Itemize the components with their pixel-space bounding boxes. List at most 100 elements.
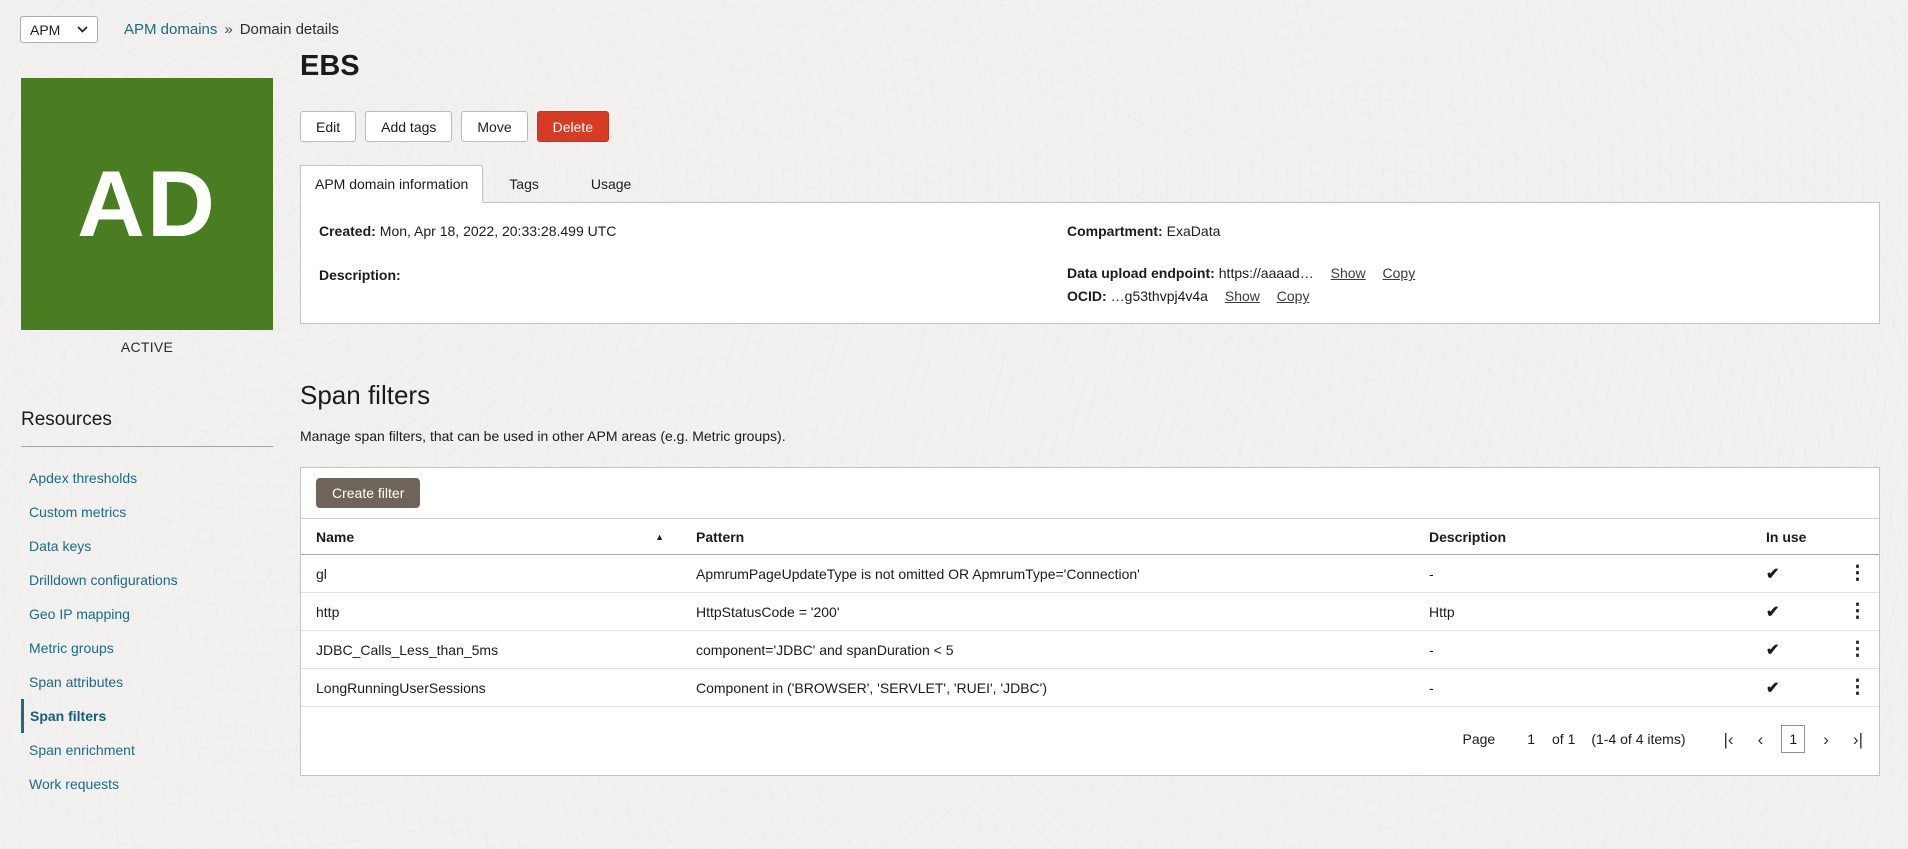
sidebar: AD ACTIVE Resources Apdex thresholds Cus… (21, 78, 273, 801)
page-number: 1 (1527, 731, 1535, 748)
column-header-pattern[interactable]: Pattern (681, 529, 1414, 545)
kebab-menu-icon[interactable]: ⋮ (1848, 677, 1867, 698)
status-badge: ACTIVE (120, 339, 174, 355)
table-toolbar: Create filter (301, 468, 1879, 518)
filter-pattern: HttpStatusCode = '200' (696, 603, 840, 620)
column-header-name-label: Name (316, 528, 355, 545)
table-header-row: Name ▲ Pattern Description In use (301, 518, 1879, 556)
data-upload-endpoint-row: Data upload endpoint: https://aaaad… Show… (1067, 265, 1861, 281)
app-selector-value: APM (30, 21, 61, 38)
ocid-row: OCID: …g53thvpj4v4a Show Copy (1067, 288, 1861, 304)
current-page-box[interactable]: 1 (1781, 725, 1806, 754)
domain-info-left-column: Created: Mon, Apr 18, 2022, 20:33:28.499 … (319, 223, 1067, 303)
breadcrumb-current: Domain details (239, 21, 339, 38)
filter-description: - (1429, 565, 1434, 582)
filter-in-use: ✔ (1764, 640, 1836, 660)
create-filter-button[interactable]: Create filter (316, 478, 421, 509)
description-label: Description: (319, 267, 401, 284)
filter-actions: ⋮ (1836, 564, 1879, 583)
page-title: EBS (300, 50, 360, 82)
kebab-menu-icon[interactable]: ⋮ (1848, 639, 1867, 660)
sort-ascending-icon[interactable]: ▲ (655, 532, 664, 542)
sidebar-item-work-requests[interactable]: Work requests (21, 767, 273, 801)
sidebar-item-drilldown-configurations[interactable]: Drilldown configurations (21, 563, 273, 597)
tab-tags[interactable]: Tags (483, 165, 565, 202)
filter-in-use: ✔ (1764, 564, 1836, 584)
filter-in-use: ✔ (1764, 678, 1836, 698)
compartment-value: ExaData (1166, 223, 1221, 240)
filter-name: gl (316, 565, 327, 582)
filter-pattern: ApmrumPageUpdateType is not omitted OR A… (696, 565, 1140, 582)
filter-pattern: component='JDBC' and spanDuration < 5 (696, 641, 954, 658)
add-tags-button[interactable]: Add tags (365, 111, 453, 143)
tabs: APM domain information Tags Usage (300, 165, 1880, 204)
ocid-show-link[interactable]: Show (1225, 288, 1260, 304)
ocid-copy-link[interactable]: Copy (1277, 288, 1310, 304)
filter-name: LongRunningUserSessions (316, 679, 486, 696)
created-value: Mon, Apr 18, 2022, 20:33:28.499 UTC (379, 223, 617, 240)
page-label: Page (1462, 731, 1496, 748)
sidebar-item-custom-metrics[interactable]: Custom metrics (21, 495, 273, 529)
page-of-label: of 1 (1552, 731, 1576, 748)
check-icon: ✔ (1766, 565, 1780, 583)
sidebar-divider (21, 446, 273, 447)
kebab-menu-icon[interactable]: ⋮ (1848, 563, 1867, 584)
tab-usage[interactable]: Usage (565, 165, 657, 202)
topbar: APM APM domains » Domain details (20, 16, 339, 43)
check-icon: ✔ (1766, 603, 1780, 621)
table-row: http HttpStatusCode = '200' Http ✔ ⋮ (301, 593, 1879, 632)
items-count-label: (1-4 of 4 items) (1591, 731, 1686, 748)
next-page-icon[interactable]: › (1823, 731, 1829, 748)
check-icon: ✔ (1766, 679, 1780, 697)
sidebar-item-geo-ip-mapping[interactable]: Geo IP mapping (21, 597, 273, 631)
domain-info-panel: Created: Mon, Apr 18, 2022, 20:33:28.499 … (300, 202, 1880, 325)
endpoint-copy-link[interactable]: Copy (1383, 265, 1416, 281)
edit-button[interactable]: Edit (300, 111, 357, 143)
filter-description: - (1429, 679, 1434, 696)
tab-apm-domain-information[interactable]: APM domain information (300, 165, 484, 204)
filter-actions: ⋮ (1836, 602, 1879, 621)
column-header-in-use[interactable]: In use (1764, 529, 1836, 545)
column-header-description[interactable]: Description (1414, 529, 1764, 545)
compartment-label: Compartment: (1067, 223, 1163, 240)
created-label: Created: (319, 223, 376, 240)
table-row: JDBC_Calls_Less_than_5ms component='JDBC… (301, 631, 1879, 670)
first-page-icon[interactable]: |‹ (1724, 731, 1734, 748)
breadcrumb-separator: » (224, 21, 233, 38)
ocid-label: OCID: (1067, 288, 1107, 305)
sidebar-item-span-enrichment[interactable]: Span enrichment (21, 733, 273, 767)
data-upload-endpoint-label: Data upload endpoint: (1067, 265, 1215, 282)
ocid-value: …g53thvpj4v4a (1110, 288, 1208, 305)
sidebar-item-span-filters[interactable]: Span filters (21, 699, 273, 733)
avatar-initials: AD (77, 151, 217, 256)
filter-actions: ⋮ (1836, 678, 1879, 697)
previous-page-icon[interactable]: ‹ (1758, 731, 1764, 748)
sidebar-item-span-attributes[interactable]: Span attributes (21, 665, 273, 699)
chevron-down-icon (77, 26, 88, 33)
resources-nav: Apdex thresholds Custom metrics Data key… (21, 461, 273, 801)
delete-button[interactable]: Delete (536, 111, 610, 143)
app-selector[interactable]: APM (20, 16, 98, 43)
endpoint-show-link[interactable]: Show (1331, 265, 1366, 281)
filter-actions: ⋮ (1836, 640, 1879, 659)
resources-heading: Resources (21, 409, 112, 430)
pagination: Page 1 of 1 (1-4 of 4 items) |‹ ‹ 1 › ›| (301, 707, 1879, 775)
check-icon: ✔ (1766, 641, 1780, 659)
avatar: AD (21, 78, 273, 330)
action-buttons: Edit Add tags Move Delete (300, 111, 1880, 143)
sidebar-item-apdex-thresholds[interactable]: Apdex thresholds (21, 461, 273, 495)
filter-description: - (1429, 641, 1434, 658)
breadcrumb-link-apm-domains[interactable]: APM domains (124, 21, 217, 38)
domain-info-right-column: Compartment: ExaData Data upload endpoint… (1067, 223, 1861, 304)
filter-name: http (316, 603, 340, 620)
sidebar-item-metric-groups[interactable]: Metric groups (21, 631, 273, 665)
last-page-icon[interactable]: ›| (1853, 731, 1863, 748)
created-row: Created: Mon, Apr 18, 2022, 20:33:28.499 … (319, 223, 1067, 239)
span-filters-heading: Span filters (300, 380, 431, 411)
sidebar-item-data-keys[interactable]: Data keys (21, 529, 273, 563)
filter-pattern: Component in ('BROWSER', 'SERVLET', 'RUE… (696, 679, 1047, 696)
main-content: EBS Edit Add tags Move Delete APM domain… (300, 50, 1880, 777)
kebab-menu-icon[interactable]: ⋮ (1848, 601, 1867, 622)
column-header-name[interactable]: Name ▲ (301, 529, 681, 545)
move-button[interactable]: Move (461, 111, 528, 143)
